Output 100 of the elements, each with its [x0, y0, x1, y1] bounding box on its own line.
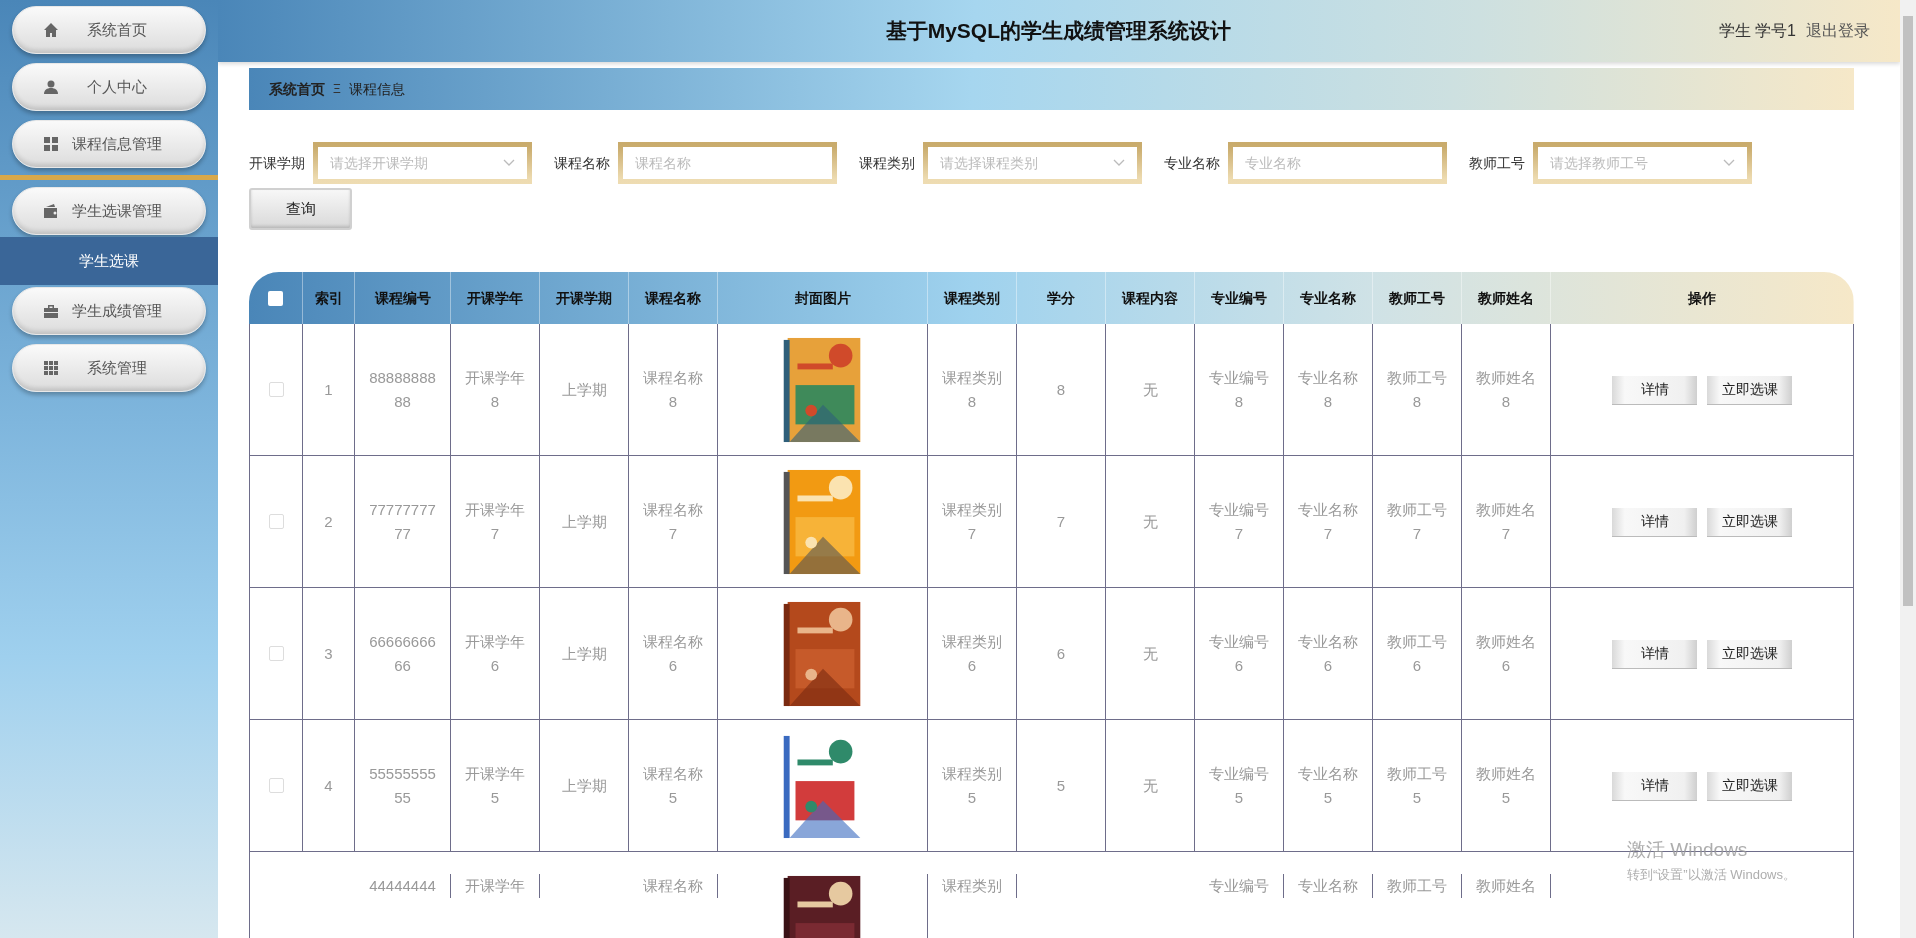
column-header: 索引: [303, 272, 355, 324]
table-cell-text: 课程名称5: [642, 763, 704, 808]
table-cell-text: 课程类别8: [941, 367, 1003, 412]
enroll-button[interactable]: 立即选课: [1707, 639, 1792, 668]
sidebar-item[interactable]: 系统管理: [12, 344, 206, 392]
details-button[interactable]: 详情: [1612, 639, 1697, 668]
table-cell-text: 教师工号7: [1386, 499, 1448, 544]
filter-label: 开课学期: [249, 153, 305, 173]
briefcase-icon: [43, 303, 59, 319]
column-header: 开课学年: [451, 272, 540, 324]
table-cell-text: 教师姓名5: [1475, 763, 1537, 808]
table-cell-text: 8: [1055, 379, 1067, 400]
column-header: 专业名称: [1284, 272, 1373, 324]
query-button[interactable]: 查询: [249, 188, 352, 230]
table-cell-text: 无: [1141, 511, 1159, 532]
column-header: 专业编号: [1195, 272, 1284, 324]
table-cell-text: 课程类别6: [941, 631, 1003, 676]
app-title: 基于MySQL的学生成绩管理系统设计: [884, 18, 1232, 45]
column-header: 封面图片: [718, 272, 928, 324]
table-cell-text: 教师姓名: [1475, 876, 1537, 896]
select-all-checkbox[interactable]: [268, 290, 283, 306]
home-icon: [43, 22, 59, 38]
table-cell-text: 专业编号6: [1208, 631, 1270, 676]
table-cell-text: 课程名称6: [642, 631, 704, 676]
row-checkbox[interactable]: [268, 778, 284, 793]
table-cell-text: 专业名称: [1297, 876, 1359, 896]
column-header: 操作: [1551, 272, 1854, 324]
table-cell-text: 上学期: [560, 775, 608, 796]
enroll-button[interactable]: 立即选课: [1707, 771, 1792, 800]
breadcrumb-home-link[interactable]: 系统首页: [269, 78, 325, 100]
table-cell-text: 课程类别5: [941, 763, 1003, 808]
table-cell-text: 8888888888: [368, 367, 437, 412]
column-header: 课程类别: [928, 272, 1017, 324]
table-cell-text: 教师工号6: [1386, 631, 1448, 676]
details-button[interactable]: 详情: [1612, 771, 1697, 800]
table-cell-text: 教师工号8: [1386, 367, 1448, 412]
table-cell-text: 44444444: [368, 876, 437, 896]
column-header: 开课学期: [540, 272, 629, 324]
table-cell-text: 专业编号7: [1208, 499, 1270, 544]
sidebar-item[interactable]: 课程信息管理: [12, 120, 206, 168]
table-cell-text: 专业名称5: [1297, 763, 1359, 808]
table-cell-text: 课程类别: [941, 876, 1003, 896]
table-cell-text: 专业编号5: [1208, 763, 1270, 808]
user-icon: [43, 79, 59, 95]
logout-link[interactable]: 退出登录: [1806, 19, 1870, 43]
table-cell-text: 课程名称: [642, 876, 704, 896]
enroll-button[interactable]: 立即选课: [1707, 375, 1792, 404]
column-header: 教师工号: [1373, 272, 1462, 324]
row-checkbox[interactable]: [268, 382, 284, 397]
table-cell-text: 5555555555: [368, 763, 437, 808]
table-cell-text: 无: [1141, 379, 1159, 400]
table-cell-text: 2: [323, 511, 334, 532]
table-cell-text: 无: [1141, 775, 1159, 796]
table-cell-text: 教师姓名7: [1475, 499, 1537, 544]
chevron-down-icon: [1113, 159, 1125, 167]
activation-text: 转到“设置”以激活 Windows。: [1627, 865, 1796, 884]
table-cell-text: 7777777777: [368, 499, 437, 544]
table-cell-text: 课程类别7: [941, 499, 1003, 544]
table-cell-text: 开课学年6: [464, 631, 526, 676]
grid-icon: [43, 136, 59, 152]
sidebar-item[interactable]: 系统首页: [12, 6, 206, 54]
table-cell-text: 教师工号5: [1386, 763, 1448, 808]
sidebar-subitem[interactable]: 学生选课: [0, 237, 218, 285]
table-cell-text: 上学期: [560, 379, 608, 400]
table-cell-text: 开课学年5: [464, 763, 526, 808]
table-cell-text: 5: [1055, 775, 1067, 796]
sidebar-item[interactable]: 个人中心: [12, 63, 206, 111]
table-cell-text: 开课学年: [464, 876, 526, 896]
chevron-down-icon: [503, 159, 515, 167]
table-cell-text: 7: [1055, 511, 1067, 532]
details-button[interactable]: 详情: [1612, 507, 1697, 536]
column-header: 课程编号: [355, 272, 451, 324]
filter-label: 教师工号: [1469, 153, 1525, 173]
table-cell-text: 教师工号: [1386, 876, 1448, 896]
column-header: 课程名称: [629, 272, 718, 324]
input-field[interactable]: 专业名称: [1228, 142, 1447, 184]
table-cell-text: 专业名称7: [1297, 499, 1359, 544]
table-cell-text: 开课学年8: [464, 367, 526, 412]
row-checkbox[interactable]: [268, 514, 284, 529]
table-cell-text: 教师姓名6: [1475, 631, 1537, 676]
column-header: 教师姓名: [1462, 272, 1551, 324]
column-header: 课程内容: [1106, 272, 1195, 324]
table-cell-text: 上学期: [560, 511, 608, 532]
table-cell-text: 6: [1055, 643, 1067, 664]
table-cell-text: 教师姓名8: [1475, 367, 1537, 412]
details-button[interactable]: 详情: [1612, 375, 1697, 404]
table-cell-text: 课程名称7: [642, 499, 704, 544]
sidebar-item[interactable]: 学生选课管理: [12, 187, 206, 235]
table-cell-text: 专业编号: [1208, 876, 1270, 896]
sidebar-item[interactable]: 学生成绩管理: [12, 287, 206, 335]
table-cell-text: 4: [323, 775, 334, 796]
row-checkbox[interactable]: [268, 646, 284, 661]
table-cell-text: 专业名称8: [1297, 367, 1359, 412]
input-field[interactable]: 课程名称: [618, 142, 837, 184]
enroll-button[interactable]: 立即选课: [1707, 507, 1792, 536]
table-cell-text: 专业编号8: [1208, 367, 1270, 412]
column-header: 学分: [1017, 272, 1106, 324]
filter-label: 课程名称: [554, 153, 610, 173]
apps-icon: [43, 360, 59, 376]
user-label: 学生 学号1: [1718, 21, 1796, 41]
